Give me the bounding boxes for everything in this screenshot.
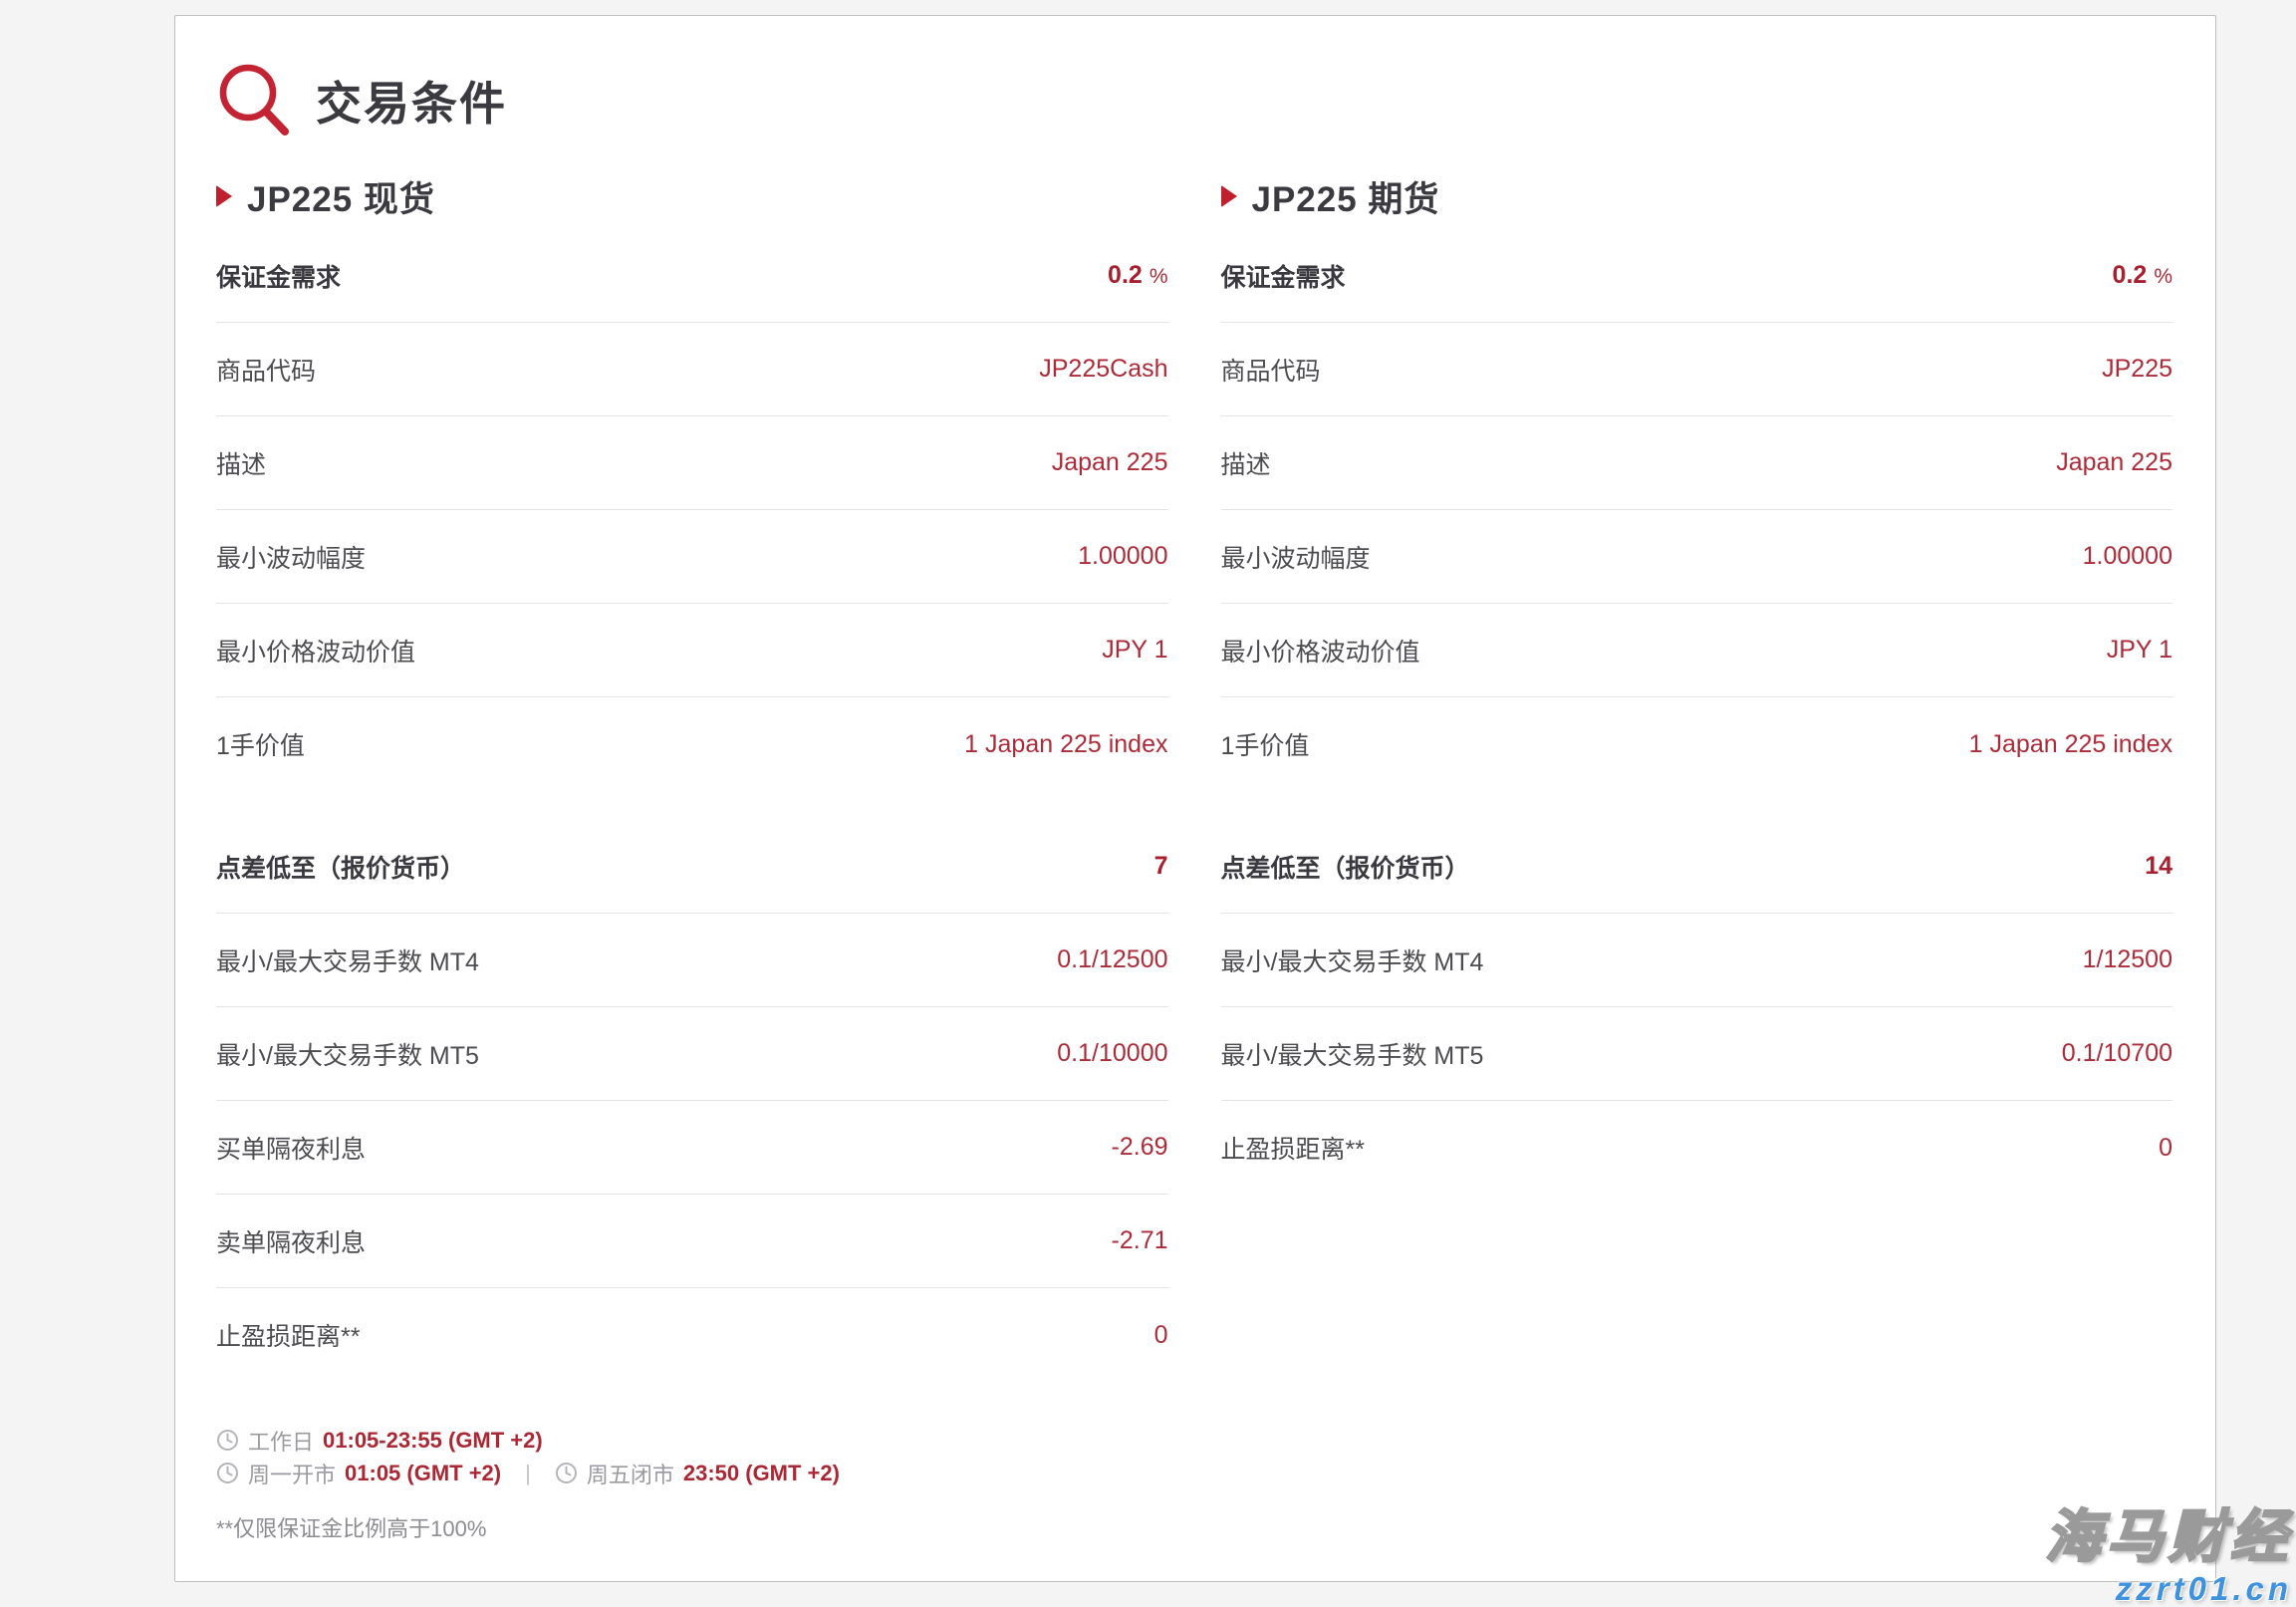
row-value: 0.1/10000 bbox=[1057, 1039, 1168, 1067]
table-row: 点差低至（报价货币） 14 bbox=[1220, 820, 2172, 914]
row-label: 买单隔夜利息 bbox=[216, 1135, 367, 1164]
row-label: 商品代码 bbox=[216, 357, 317, 386]
row-value: 0.1/12500 bbox=[1057, 945, 1168, 973]
row-value: 1/12500 bbox=[2082, 945, 2172, 973]
row-label: 止盈损距离** bbox=[216, 1323, 361, 1351]
row-label: 最小波动幅度 bbox=[1220, 544, 1371, 573]
row-label: 保证金需求 bbox=[1220, 263, 1346, 292]
table-row: 描述 Japan 225 bbox=[216, 416, 1168, 510]
table-row: 最小/最大交易手数 MT4 0.1/12500 bbox=[216, 914, 1168, 1007]
row-value: -2.71 bbox=[1111, 1226, 1168, 1254]
row-value: 0.2% bbox=[1108, 261, 1168, 289]
section-title-text: JP225 现货 bbox=[247, 179, 435, 219]
row-label: 点差低至（报价货币） bbox=[1220, 854, 1470, 883]
table-row: 描述 Japan 225 bbox=[1220, 416, 2172, 510]
table-row: 止盈损距离** 0 bbox=[216, 1288, 1168, 1382]
row-label: 商品代码 bbox=[1220, 357, 1321, 386]
separator: | bbox=[525, 1460, 531, 1485]
friday-close-label: 周五闭市 bbox=[586, 1462, 674, 1487]
open-close-line: 周一开市 01:05 (GMT +2) | 周五闭市 23:50 (GMT +2… bbox=[216, 1457, 1168, 1489]
row-label: 最小价格波动价值 bbox=[216, 638, 416, 667]
table-row: 卖单隔夜利息 -2.71 bbox=[216, 1195, 1168, 1288]
table-row: 最小波动幅度 1.00000 bbox=[1220, 510, 2172, 604]
row-value: JPY 1 bbox=[1102, 636, 1168, 664]
spot-table: JP225 现货 保证金需求 0.2% 商品代码 JP225Cash 描述 Ja… bbox=[216, 171, 1168, 1543]
section-title-text: JP225 期货 bbox=[1251, 179, 1440, 219]
friday-close-time: 23:50 (GMT +2) bbox=[682, 1460, 840, 1485]
row-value: 7 bbox=[1153, 852, 1168, 880]
row-value: -2.69 bbox=[1111, 1133, 1168, 1161]
row-label: 保证金需求 bbox=[216, 263, 342, 292]
table-row: 最小价格波动价值 JPY 1 bbox=[216, 604, 1168, 697]
row-label: 最小/最大交易手数 MT5 bbox=[1220, 1041, 1484, 1070]
section-title-spot: JP225 现货 bbox=[216, 171, 1168, 221]
page-title: 交易条件 bbox=[316, 78, 507, 130]
row-value: 0.2% bbox=[2112, 261, 2172, 289]
table-row: 保证金需求 0.2% bbox=[216, 229, 1168, 323]
triangle-icon bbox=[1220, 185, 1237, 207]
table-group: 保证金需求 0.2% 商品代码 JP225 描述 Japan 225 最小波动幅… bbox=[1220, 229, 2173, 791]
row-value: 1.00000 bbox=[1078, 542, 1168, 570]
table-group: 点差低至（报价货币） 14 最小/最大交易手数 MT4 1/12500 最小/最… bbox=[1220, 820, 2173, 1195]
search-icon bbox=[216, 62, 294, 139]
futures-table: JP225 期货 保证金需求 0.2% 商品代码 JP225 描述 Japan … bbox=[1220, 171, 2173, 1543]
page-header: 交易条件 bbox=[216, 62, 2172, 139]
margin-footnote: **仅限保证金比例高于100% bbox=[216, 1516, 487, 1541]
row-label: 最小波动幅度 bbox=[216, 544, 367, 573]
monday-open-time: 01:05 (GMT +2) bbox=[345, 1460, 502, 1485]
row-value: 14 bbox=[2145, 852, 2172, 880]
table-group: 点差低至（报价货币） 7 最小/最大交易手数 MT4 0.1/12500 最小/… bbox=[216, 820, 1168, 1382]
row-label: 1手价值 bbox=[1220, 732, 1310, 760]
clock-icon bbox=[555, 1462, 578, 1484]
clock-icon bbox=[216, 1462, 239, 1484]
table-row: 点差低至（报价货币） 7 bbox=[216, 820, 1168, 914]
table-group: 保证金需求 0.2% 商品代码 JP225Cash 描述 Japan 225 最… bbox=[216, 229, 1168, 791]
row-label: 卖单隔夜利息 bbox=[216, 1228, 367, 1257]
monday-open-label: 周一开市 bbox=[248, 1462, 337, 1487]
row-value: 1.00000 bbox=[2082, 542, 2172, 570]
row-value: Japan 225 bbox=[2056, 448, 2172, 476]
table-row: 保证金需求 0.2% bbox=[1220, 229, 2172, 323]
table-row: 最小/最大交易手数 MT5 0.1/10700 bbox=[1220, 1007, 2172, 1101]
row-value: 0.1/10700 bbox=[2061, 1039, 2172, 1067]
row-label: 描述 bbox=[1220, 450, 1271, 479]
row-label: 1手价值 bbox=[216, 732, 305, 760]
table-row: 最小/最大交易手数 MT4 1/12500 bbox=[1220, 914, 2172, 1007]
table-row: 买单隔夜利息 -2.69 bbox=[216, 1101, 1168, 1195]
workday-label: 工作日 bbox=[248, 1429, 315, 1455]
row-value: JPY 1 bbox=[2106, 636, 2172, 664]
row-value: 0 bbox=[2159, 1133, 2172, 1162]
row-label: 描述 bbox=[216, 450, 267, 479]
row-label: 最小/最大交易手数 MT4 bbox=[1220, 947, 1484, 976]
triangle-icon bbox=[216, 185, 232, 207]
row-value: JP225 bbox=[2102, 355, 2172, 383]
workday-hours-line: 工作日 01:05-23:55 (GMT +2) bbox=[216, 1424, 1168, 1457]
row-value: Japan 225 bbox=[1051, 448, 1168, 476]
table-row: 最小/最大交易手数 MT5 0.1/10000 bbox=[216, 1007, 1168, 1101]
row-label: 最小/最大交易手数 MT5 bbox=[216, 1041, 479, 1070]
row-value: JP225Cash bbox=[1039, 355, 1168, 383]
trading-hours: 工作日 01:05-23:55 (GMT +2) 周一开市 01:05 (GMT… bbox=[216, 1424, 1168, 1489]
row-value: 0 bbox=[1153, 1320, 1168, 1349]
row-label: 点差低至（报价货币） bbox=[216, 854, 466, 883]
table-row: 最小波动幅度 1.00000 bbox=[216, 510, 1168, 604]
section-title-futures: JP225 期货 bbox=[1220, 171, 2173, 221]
clock-icon bbox=[216, 1429, 239, 1452]
table-row: 最小价格波动价值 JPY 1 bbox=[1220, 604, 2172, 697]
table-row: 商品代码 JP225 bbox=[1220, 323, 2172, 416]
workday-time: 01:05-23:55 (GMT +2) bbox=[323, 1427, 543, 1453]
table-row: 止盈损距离** 0 bbox=[1221, 1101, 2173, 1195]
row-value: 1 Japan 225 index bbox=[1968, 729, 2172, 758]
row-label: 止盈损距离** bbox=[1220, 1136, 1365, 1164]
table-row: 商品代码 JP225Cash bbox=[216, 323, 1168, 416]
row-label: 最小/最大交易手数 MT4 bbox=[216, 947, 479, 976]
table-row: 1手价值 1 Japan 225 index bbox=[1221, 697, 2173, 791]
row-value: 1 Japan 225 index bbox=[964, 729, 1168, 758]
tables-container: JP225 现货 保证金需求 0.2% 商品代码 JP225Cash 描述 Ja… bbox=[216, 171, 2172, 1543]
row-label: 最小价格波动价值 bbox=[1220, 638, 1420, 667]
trading-conditions-card: 交易条件 JP225 现货 保证金需求 0.2% 商品代码 JP225Cash … bbox=[174, 15, 2216, 1582]
table-row: 1手价值 1 Japan 225 index bbox=[216, 697, 1168, 791]
